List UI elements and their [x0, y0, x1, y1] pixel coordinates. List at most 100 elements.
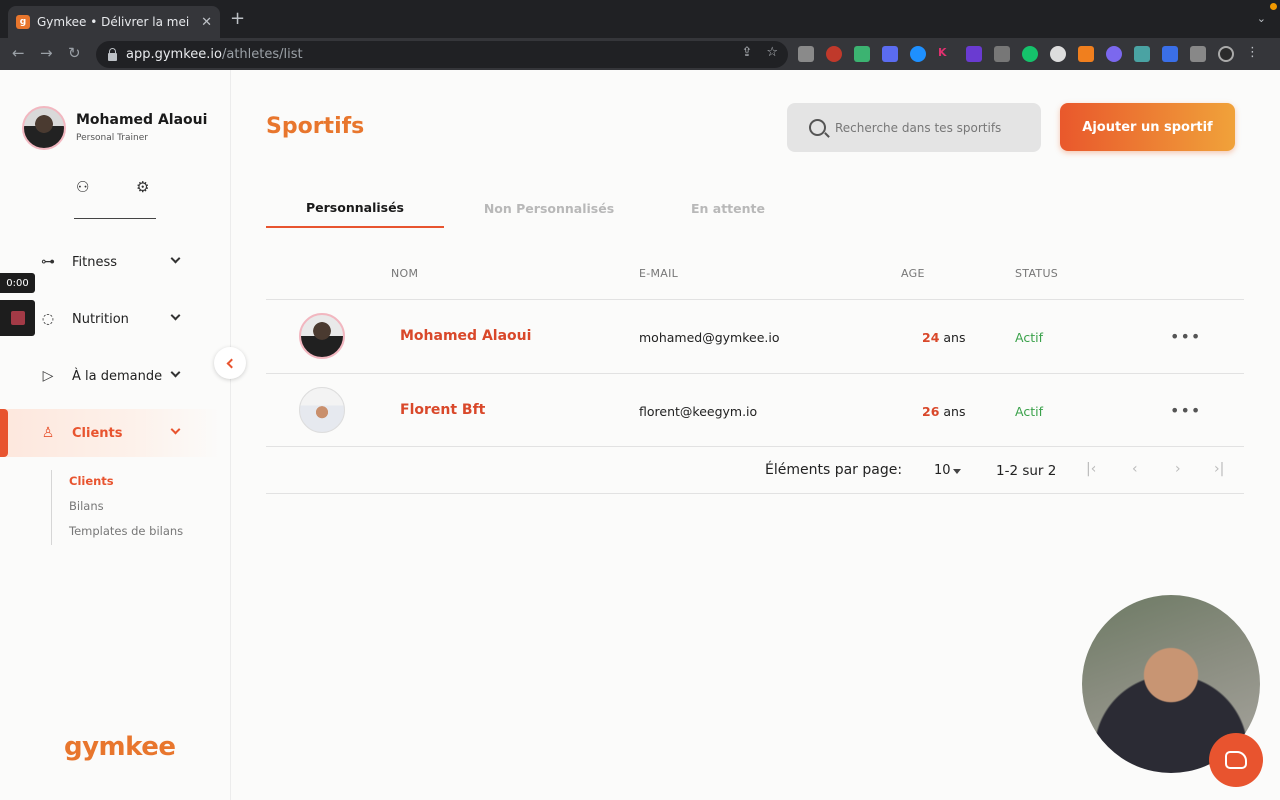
- chevron-left-icon: [226, 358, 237, 368]
- chevron-down-icon: [170, 253, 181, 264]
- chat-bubble-icon: [1225, 751, 1247, 769]
- more-menu-icon[interactable]: ⋮: [1246, 46, 1262, 62]
- subnav-item-bilans[interactable]: Bilans: [69, 495, 183, 520]
- puzzle-extensions-icon[interactable]: [1190, 46, 1206, 62]
- age-unit: ans: [943, 404, 966, 419]
- avatar: [299, 313, 345, 359]
- page-size-select[interactable]: 10: [934, 463, 951, 478]
- extension-icon[interactable]: K: [938, 46, 954, 62]
- stop-recording-button[interactable]: [0, 300, 35, 336]
- age-value: 24: [922, 330, 940, 345]
- column-header-email[interactable]: E-MAIL: [639, 267, 678, 280]
- extension-icon[interactable]: [910, 46, 926, 62]
- extension-icon[interactable]: [1106, 46, 1122, 62]
- video-icon: ▷: [42, 368, 54, 384]
- sidebar-item-label: À la demande: [72, 368, 163, 384]
- page-range: 1-2 sur 2: [996, 463, 1057, 479]
- back-icon[interactable]: ←: [12, 44, 25, 62]
- tab-non-personnalises[interactable]: Non Personnalisés: [459, 188, 639, 228]
- forward-icon[interactable]: →: [40, 44, 53, 62]
- recording-timer: 0:00: [0, 273, 35, 293]
- collapse-sidebar-button[interactable]: [214, 347, 246, 379]
- browser-tab[interactable]: g Gymkee • Délivrer la meilleure ✕: [8, 6, 220, 38]
- url-path: /athletes/list: [221, 47, 303, 62]
- url-host: app.gymkee.io: [126, 47, 222, 62]
- support-chat-button[interactable]: [1209, 733, 1263, 787]
- column-header-age[interactable]: AGE: [901, 267, 925, 280]
- search-input[interactable]: [835, 120, 1025, 135]
- sidebar-subnav: Clients Bilans Templates de bilans: [51, 470, 183, 545]
- sidebar-item-label: Fitness: [72, 254, 118, 270]
- chat-support-icon[interactable]: ⚇: [76, 178, 89, 196]
- sidebar: Mohamed Alaoui Personal Trainer ⚇ ⚙ ⊶ Fi…: [0, 70, 231, 800]
- more-actions-icon[interactable]: •••: [1170, 401, 1201, 420]
- chevron-down-icon: [170, 424, 181, 435]
- profile-name: Mohamed Alaoui: [76, 112, 208, 128]
- bookmark-star-icon[interactable]: ☆: [766, 45, 778, 60]
- extension-icon[interactable]: [1050, 46, 1066, 62]
- grammarly-extension-icon[interactable]: [1022, 46, 1038, 62]
- more-actions-icon[interactable]: •••: [1170, 327, 1201, 346]
- sidebar-item-label: Clients: [72, 425, 123, 441]
- extension-icon[interactable]: [994, 46, 1010, 62]
- chevron-down-icon: [170, 367, 181, 378]
- adblock-extension-icon[interactable]: [826, 46, 842, 62]
- user-icon: ♙: [41, 425, 55, 441]
- profile-role: Personal Trainer: [76, 133, 148, 143]
- column-header-nom[interactable]: NOM: [391, 267, 418, 280]
- subnav-item-clients[interactable]: Clients: [69, 470, 183, 495]
- athlete-email: florent@keegym.io: [639, 404, 758, 419]
- browser-toolbar: ← → ↻ app.gymkee.io /athletes/list ⇪ ☆ K…: [0, 38, 1280, 70]
- last-page-icon[interactable]: ›|: [1214, 461, 1224, 477]
- search-box[interactable]: [787, 103, 1041, 152]
- extension-icon[interactable]: [882, 46, 898, 62]
- subnav-item-templates[interactable]: Templates de bilans: [69, 520, 183, 545]
- search-icon: [809, 119, 826, 136]
- reload-icon[interactable]: ↻: [68, 44, 81, 62]
- column-header-status[interactable]: STATUS: [1015, 267, 1058, 280]
- gear-icon[interactable]: ⚙: [136, 178, 149, 196]
- avatar: [299, 387, 345, 433]
- extension-icon[interactable]: [1078, 46, 1094, 62]
- close-icon[interactable]: ✕: [201, 15, 212, 30]
- status-badge: Actif: [1015, 330, 1043, 345]
- divider: [74, 218, 156, 219]
- extension-icon[interactable]: [798, 46, 814, 62]
- recording-indicator-icon: [1270, 3, 1277, 10]
- age-unit: ans: [943, 330, 966, 345]
- profile-avatar-icon[interactable]: [1218, 46, 1234, 62]
- lock-icon: [108, 47, 117, 61]
- table-row[interactable]: Florent Bft florent@keegym.io 26 ans Act…: [266, 373, 1244, 447]
- athlete-age: 26 ans: [922, 404, 966, 419]
- extension-icon[interactable]: [854, 46, 870, 62]
- tab-personnalises[interactable]: Personnalisés: [266, 188, 444, 228]
- page-title: Sportifs: [266, 114, 365, 139]
- chevron-down-icon[interactable]: ⌄: [1257, 12, 1266, 25]
- avatar[interactable]: [22, 106, 66, 150]
- first-page-icon[interactable]: |‹: [1086, 461, 1096, 477]
- extension-icon[interactable]: [1162, 46, 1178, 62]
- new-tab-button[interactable]: +: [230, 10, 245, 28]
- browser-tab-title: Gymkee • Délivrer la meilleure: [37, 15, 189, 29]
- sidebar-item-a-la-demande[interactable]: ▷ À la demande: [0, 352, 220, 400]
- dumbbell-icon: ⊶: [41, 254, 55, 270]
- table-row[interactable]: Mohamed Alaoui mohamed@gymkee.io 24 ans …: [266, 299, 1244, 373]
- age-value: 26: [922, 404, 940, 419]
- next-page-icon[interactable]: ›: [1175, 461, 1181, 477]
- extension-icon[interactable]: [1134, 46, 1150, 62]
- page-size-label: Éléments par page:: [765, 462, 903, 478]
- athlete-name[interactable]: Mohamed Alaoui: [400, 328, 531, 344]
- address-bar[interactable]: app.gymkee.io /athletes/list ⇪ ☆: [96, 41, 788, 68]
- athlete-email: mohamed@gymkee.io: [639, 330, 780, 345]
- gymkee-favicon-icon: g: [16, 15, 30, 29]
- caret-down-icon[interactable]: [953, 469, 961, 474]
- tab-en-attente[interactable]: En attente: [658, 188, 798, 228]
- browser-tab-strip: g Gymkee • Délivrer la meilleure ✕ + ⌄: [0, 0, 1280, 38]
- athlete-name[interactable]: Florent Bft: [400, 402, 485, 418]
- sidebar-item-clients[interactable]: ♙ Clients: [0, 409, 220, 457]
- gymkee-logo: gymkee: [64, 732, 176, 762]
- add-athlete-button[interactable]: Ajouter un sportif: [1060, 103, 1235, 151]
- extension-icon[interactable]: [966, 46, 982, 62]
- previous-page-icon[interactable]: ‹: [1132, 461, 1138, 477]
- share-icon[interactable]: ⇪: [741, 45, 752, 60]
